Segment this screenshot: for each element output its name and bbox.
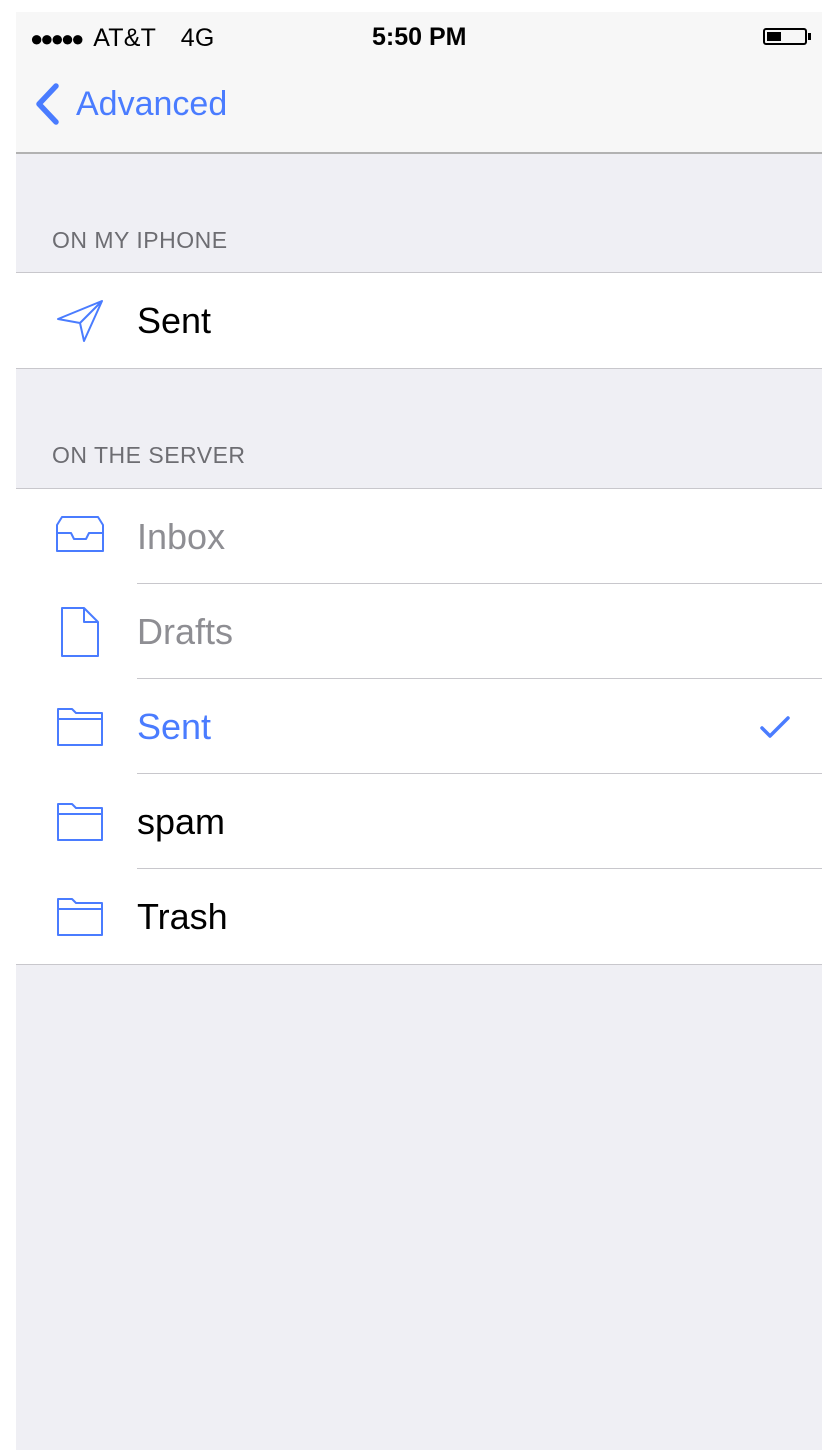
folder-icon <box>54 796 106 848</box>
signal-strength-icon: ●●●●● <box>30 26 84 51</box>
mailbox-row-server-sent[interactable]: Sent <box>16 679 822 774</box>
paper-plane-icon <box>54 295 106 347</box>
inbox-tray-icon <box>54 511 106 563</box>
document-icon <box>54 606 106 658</box>
back-button[interactable]: Advanced <box>32 78 227 130</box>
mailbox-row-inbox: Inbox <box>16 489 822 584</box>
server-mailboxes-group: Inbox Drafts Sent spam Trash <box>16 488 822 965</box>
mailbox-label: Trash <box>137 895 228 937</box>
chevron-left-icon <box>36 83 59 125</box>
phone-screen: ●●●●● AT&T 4G 5:50 PM Advanced ON MY IPH… <box>16 12 822 1450</box>
network-type-label: 4G <box>180 24 215 52</box>
mailbox-label: Sent <box>137 705 212 747</box>
mailbox-label: Drafts <box>137 610 234 652</box>
section-header-on-my-iphone: ON MY IPHONE <box>52 227 228 253</box>
mailbox-label: Sent <box>137 299 212 341</box>
section-header-on-the-server: ON THE SERVER <box>52 442 246 468</box>
status-bar-left: ●●●●● AT&T 4G <box>30 24 215 53</box>
battery-icon <box>763 28 807 45</box>
mailbox-row-local-sent[interactable]: Sent <box>16 273 822 368</box>
back-button-label: Advanced <box>76 84 228 123</box>
checkmark-icon <box>760 715 790 738</box>
local-mailboxes-group: Sent <box>16 272 822 369</box>
navigation-bar: ●●●●● AT&T 4G 5:50 PM Advanced <box>16 12 822 154</box>
mailbox-row-spam[interactable]: spam <box>16 774 822 869</box>
folder-icon <box>54 891 106 943</box>
mailbox-label: spam <box>137 800 226 842</box>
mailbox-row-drafts: Drafts <box>16 584 822 679</box>
mailbox-label: Inbox <box>137 515 226 557</box>
battery-tip <box>808 33 811 40</box>
status-time: 5:50 PM <box>372 23 467 51</box>
carrier-label: AT&T <box>93 24 156 52</box>
mailbox-row-trash[interactable]: Trash <box>16 869 822 964</box>
folder-icon <box>54 701 106 753</box>
